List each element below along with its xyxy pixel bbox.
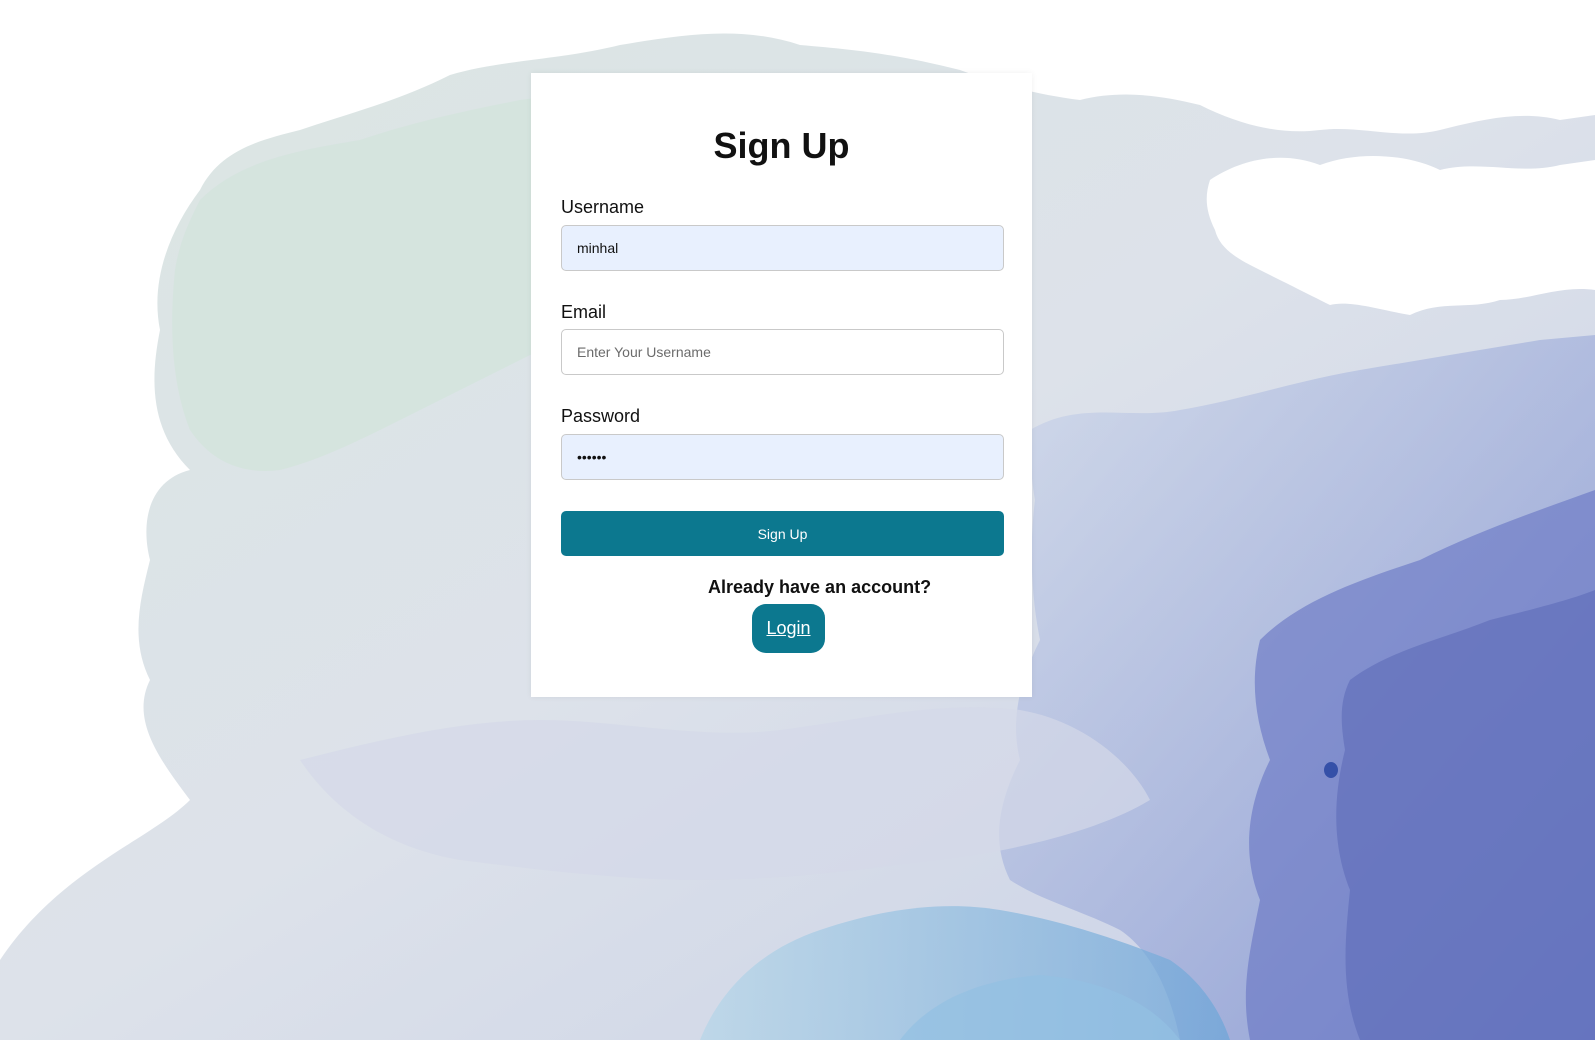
email-label: Email <box>561 302 607 322</box>
signup-card: Sign Up Username Email Password Sign Up … <box>531 73 1032 697</box>
page-title: Sign Up <box>713 125 850 166</box>
password-label: Password <box>561 406 641 426</box>
already-have-account-text: Already have an account? <box>708 577 932 597</box>
password-input[interactable] <box>561 434 1004 480</box>
login-button[interactable]: Login <box>752 604 825 653</box>
email-input[interactable] <box>561 329 1004 375</box>
username-input[interactable] <box>561 225 1004 271</box>
username-label: Username <box>561 197 645 217</box>
sign-up-button[interactable]: Sign Up <box>561 511 1004 556</box>
